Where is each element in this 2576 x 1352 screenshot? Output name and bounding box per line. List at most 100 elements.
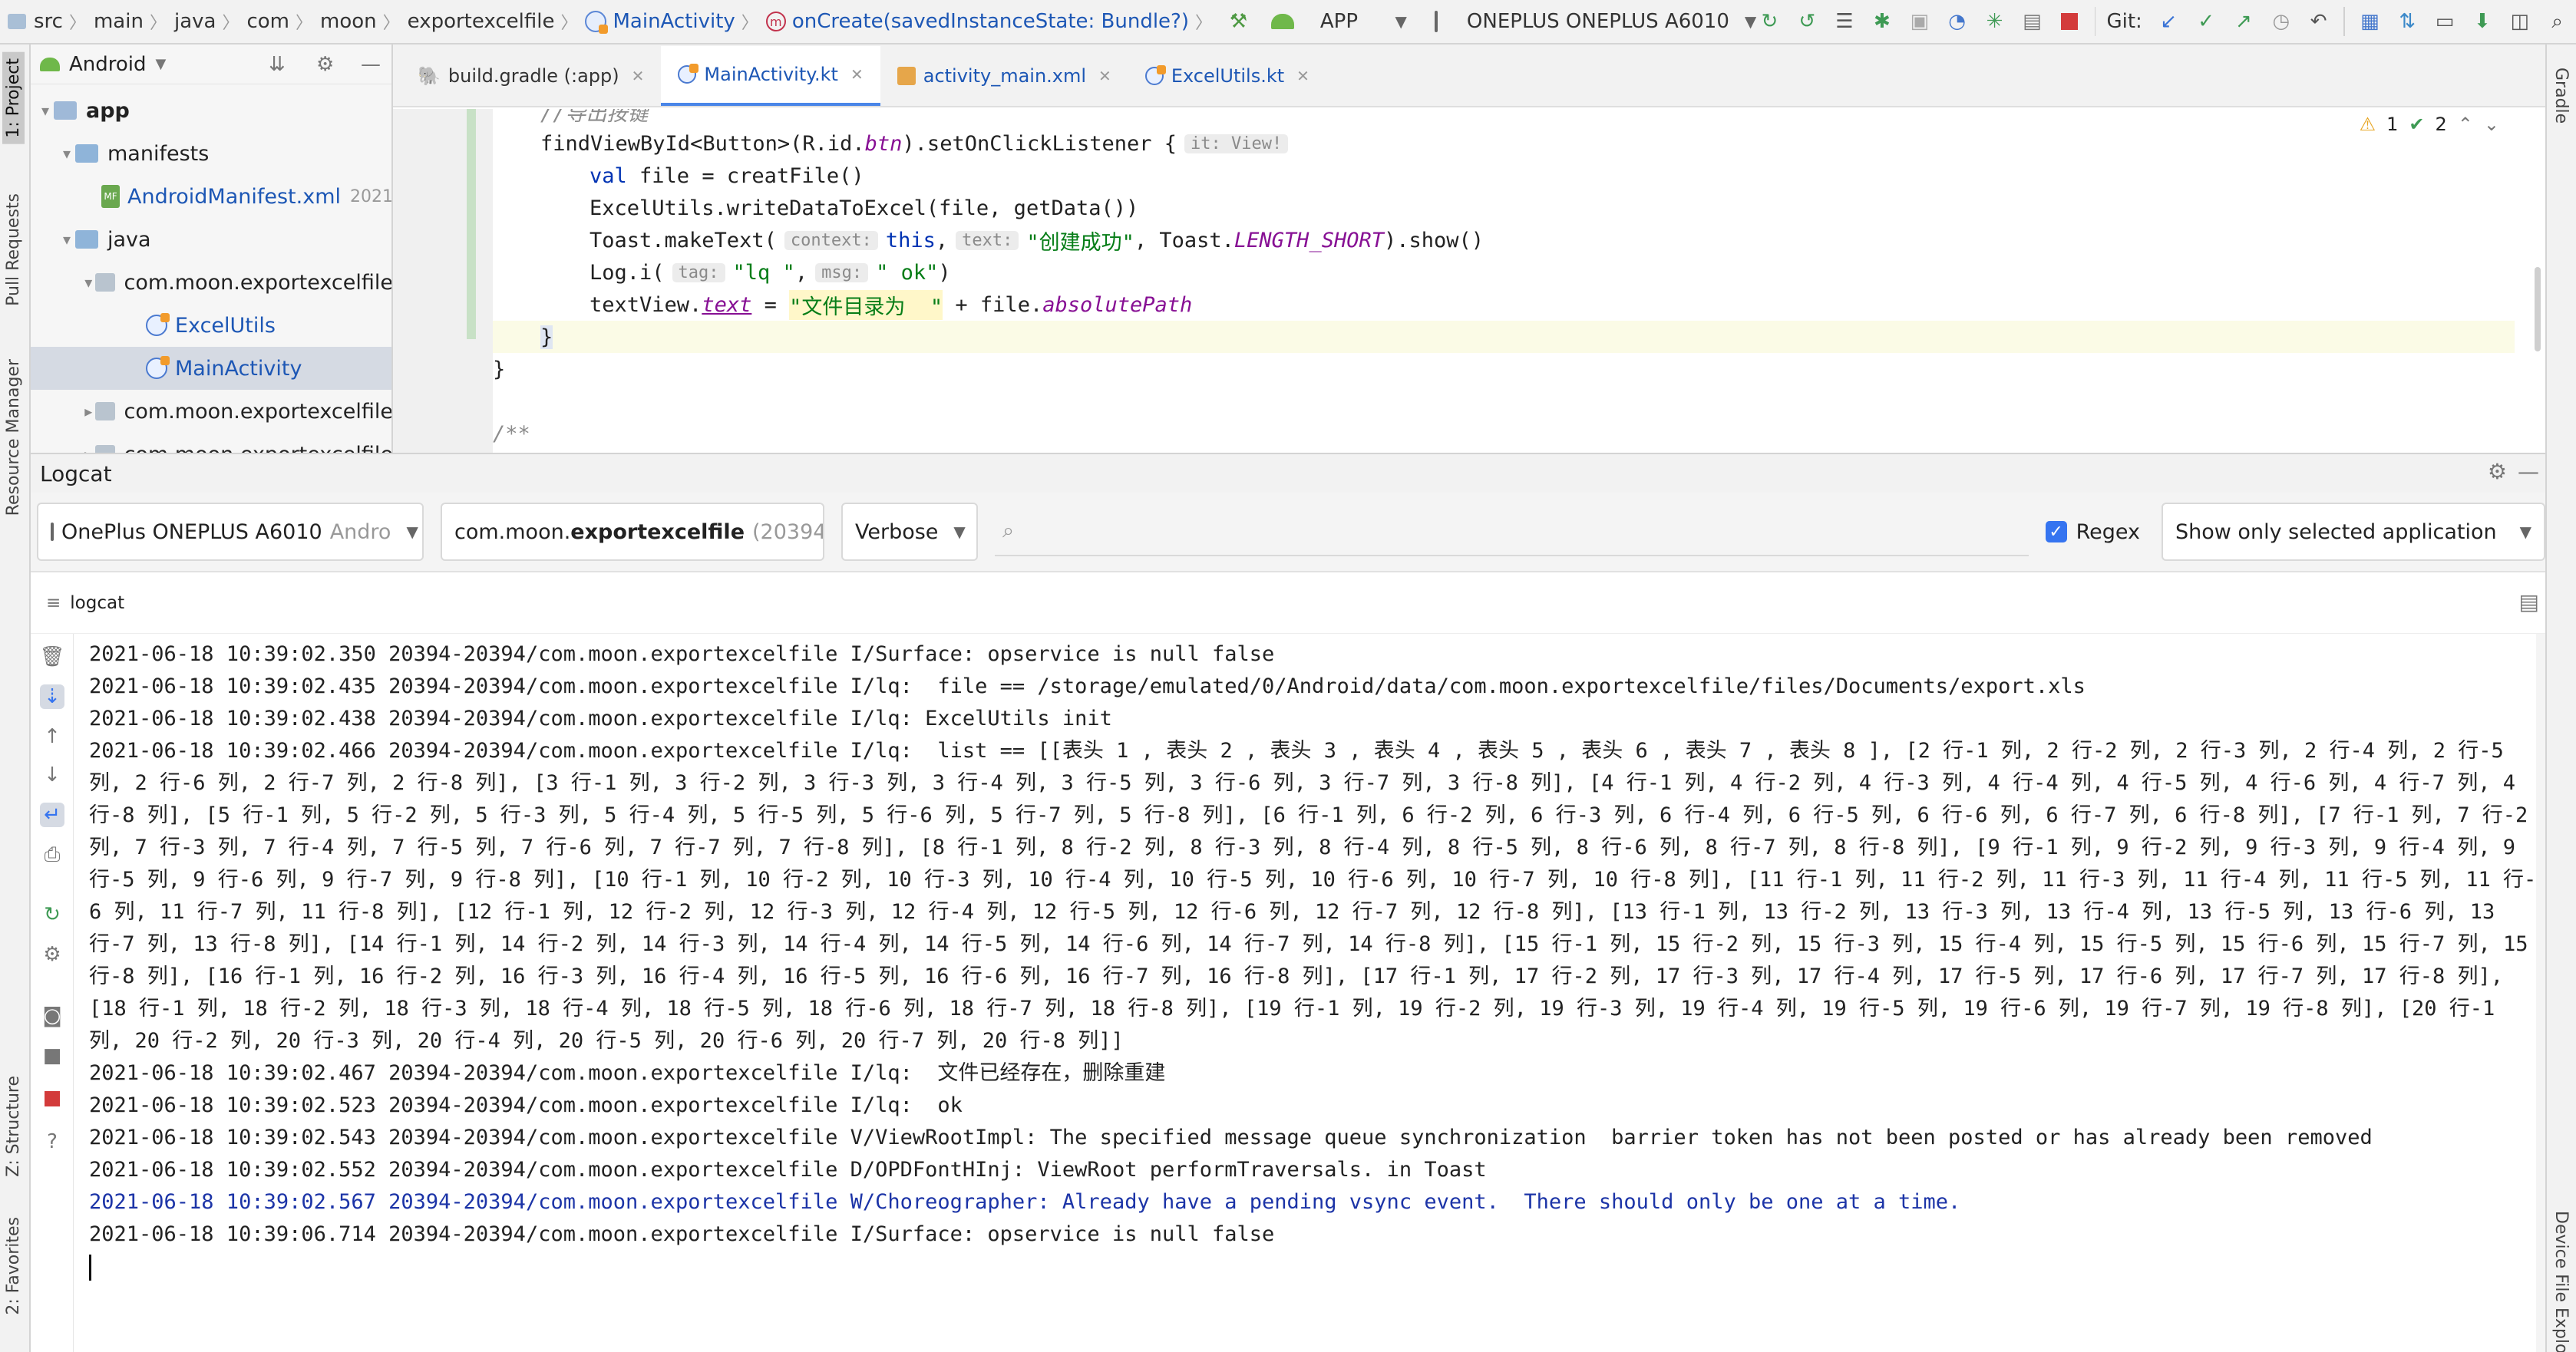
favorites-tool-tab[interactable]: 2: Favorites xyxy=(2,1211,25,1321)
line-gutter[interactable] xyxy=(393,109,493,453)
editor-scrollbar[interactable] xyxy=(2535,267,2541,351)
tree-item-package-test[interactable]: ▸ com.moon.exportexcelfile xyxy=(31,433,391,453)
gear-icon[interactable]: ⚙ xyxy=(40,942,64,967)
breadcrumb-package[interactable]: exportexcelfile xyxy=(408,10,555,33)
tab-mainactivity[interactable]: MainActivity.kt ✕ xyxy=(661,46,880,106)
tree-item-java[interactable]: ▾ java xyxy=(31,218,391,261)
breadcrumb-main[interactable]: main xyxy=(94,10,144,33)
search-icon[interactable]: ⌕ xyxy=(2545,8,2570,35)
breadcrumb-java[interactable]: java xyxy=(174,10,216,33)
git-commit-icon[interactable]: ✓ xyxy=(2194,8,2219,35)
rerun-icon[interactable]: ▤ xyxy=(2020,8,2045,35)
git-push-icon[interactable]: ↗ xyxy=(2231,8,2257,35)
logcat-search-input[interactable]: ⌕ xyxy=(995,507,2029,556)
minimize-icon[interactable]: — xyxy=(2518,459,2539,484)
resource-manager-tool-tab[interactable]: Resource Manager xyxy=(2,353,25,522)
filter-config-selector[interactable]: Show only selected application ▼ xyxy=(2162,503,2545,561)
device-dropdown[interactable]: ONEPLUS ONEPLUS A6010 ▼ xyxy=(1421,4,1756,39)
device-file-explorer-tool-tab[interactable]: Device File Explorer xyxy=(2551,1211,2571,1352)
structure-tool-tab[interactable]: Z: Structure xyxy=(2,1070,25,1183)
close-icon[interactable]: ✕ xyxy=(632,67,645,85)
log-level-selector[interactable]: Verbose ▼ xyxy=(841,503,978,561)
process-selector[interactable]: com.moon.exportexcelfile (20394 ▼ xyxy=(441,503,824,561)
avd-manager-icon[interactable]: ▭ xyxy=(2432,8,2458,35)
video-icon[interactable]: ■ xyxy=(40,1044,64,1068)
restart-icon[interactable]: ↻ xyxy=(40,902,64,927)
breadcrumb-label: java xyxy=(173,10,216,33)
project-view-selector[interactable]: Android xyxy=(69,53,147,76)
run-config-dropdown[interactable]: APP ▼ xyxy=(1257,4,1421,39)
arrow-up-icon[interactable]: ↑ xyxy=(40,724,64,749)
arrow-down-icon[interactable]: ↓ xyxy=(40,763,64,787)
git-update-icon[interactable]: ↙ xyxy=(2156,8,2181,35)
code-token: = xyxy=(751,292,790,317)
logcat-panel: Logcat ⚙ — OnePlus ONEPLUS A6010 Andro ▼… xyxy=(31,453,2545,1352)
device-selector-suffix: Andro xyxy=(329,519,391,544)
stop-icon[interactable] xyxy=(40,1087,64,1111)
camera-icon[interactable]: ◙ xyxy=(40,1004,64,1028)
profiler-icon[interactable]: ◔ xyxy=(1944,8,1970,35)
minimize-icon[interactable]: — xyxy=(361,53,381,76)
soft-wrap-icon[interactable]: ↵ xyxy=(40,803,64,827)
breadcrumb-label: com xyxy=(246,10,289,33)
pull-requests-tool-tab[interactable]: Pull Requests xyxy=(2,187,25,312)
log-line-warning: 2021-06-18 10:39:02.567 20394-20394/com.… xyxy=(89,1190,1961,1214)
tree-item-mainactivity[interactable]: MainActivity xyxy=(31,347,391,390)
gradle-tool-tab[interactable]: Gradle xyxy=(2551,68,2571,124)
chevron-down-icon: ▾ xyxy=(41,101,50,120)
tree-item-manifests[interactable]: ▾ manifests xyxy=(31,132,391,175)
layout-icon[interactable]: ▤ xyxy=(2519,589,2539,615)
layout-inspector-icon[interactable]: ◫ xyxy=(2507,8,2532,35)
logcat-filter-bar: OnePlus ONEPLUS A6010 Andro ▼ com.moon. e… xyxy=(31,493,2545,572)
tree-item-package-main[interactable]: ▾ com.moon.exportexcelfile xyxy=(31,261,391,304)
logcat-tab-label[interactable]: logcat xyxy=(70,593,124,613)
attach-debugger-icon[interactable]: ▣ xyxy=(1907,8,1932,35)
regex-checkbox[interactable]: ✓ Regex xyxy=(2045,520,2140,544)
git-history-icon[interactable]: ◷ xyxy=(2268,8,2294,35)
chevron-down-icon[interactable]: ▼ xyxy=(156,56,167,72)
close-icon[interactable]: ✕ xyxy=(850,65,864,84)
breadcrumb-class[interactable]: MainActivity xyxy=(585,10,735,34)
sdk-manager-icon[interactable]: ⬇ xyxy=(2470,8,2495,35)
tree-item-package-android-test[interactable]: ▸ com.moon.exportexcelfile xyxy=(31,390,391,433)
project-structure-icon[interactable]: ▦ xyxy=(2357,8,2383,35)
gear-icon[interactable]: ⚙ xyxy=(316,53,334,76)
project-tool-tab[interactable]: 1: Project xyxy=(2,52,25,144)
tab-activity-main-xml[interactable]: activity_main.xml ✕ xyxy=(880,46,1128,106)
tab-excelutils[interactable]: ExcelUtils.kt ✕ xyxy=(1128,46,1326,106)
device-selector[interactable]: OnePlus ONEPLUS A6010 Andro ▼ xyxy=(37,503,424,561)
log-line: 2021-06-18 10:39:06.714 20394-20394/com.… xyxy=(89,1222,1275,1246)
debug-icon[interactable]: ✱ xyxy=(1870,8,1895,35)
run-tests-icon[interactable]: ☰ xyxy=(1832,8,1858,35)
tree-item-android-manifest[interactable]: MF AndroidManifest.xml 2021 xyxy=(31,175,391,218)
chevron-down-icon: ▼ xyxy=(1744,12,1757,31)
breadcrumb-method[interactable]: m onCreate(savedInstanceState: Bundle?) xyxy=(765,10,1189,33)
breadcrumb-moon[interactable]: moon xyxy=(320,10,377,33)
trash-icon[interactable]: 🗑 xyxy=(40,645,65,669)
sync-gradle-icon[interactable]: ⇅ xyxy=(2395,8,2420,35)
code-text-area[interactable]: 21//导出按键 22findViewById<Button>(R.id.btn… xyxy=(493,109,2515,453)
close-icon[interactable]: ✕ xyxy=(1296,67,1309,85)
tree-item-excelutils[interactable]: ExcelUtils xyxy=(31,304,391,347)
gear-icon[interactable]: ⚙ xyxy=(2488,459,2507,484)
apply-changes-icon[interactable]: ↻ xyxy=(1757,8,1782,35)
print-icon[interactable]: ⎙ xyxy=(40,843,64,867)
collapse-all-icon[interactable]: ⇊ xyxy=(269,53,286,76)
help-icon[interactable]: ? xyxy=(40,1129,64,1154)
breadcrumb-com[interactable]: com xyxy=(246,10,289,33)
log-line: 2021-06-18 10:39:02.350 20394-20394/com.… xyxy=(89,642,1275,666)
apply-code-changes-icon[interactable]: ↺ xyxy=(1795,8,1820,35)
breadcrumb-label: src xyxy=(34,10,63,33)
scroll-to-end-icon[interactable]: ⇣ xyxy=(40,684,64,709)
method-icon: m xyxy=(765,12,786,31)
hammer-icon[interactable]: ⚒ xyxy=(1226,8,1251,35)
log-output[interactable]: 2021-06-18 10:39:02.350 20394-20394/com.… xyxy=(89,638,2538,1283)
log-scrollbar[interactable] xyxy=(2536,634,2545,1352)
attach-process-icon[interactable]: ✳ xyxy=(1982,8,2007,35)
git-rollback-icon[interactable]: ↶ xyxy=(2306,8,2331,35)
tab-build-gradle[interactable]: 🐘 build.gradle (:app) ✕ xyxy=(401,46,661,106)
close-icon[interactable]: ✕ xyxy=(1098,67,1111,85)
breadcrumb-src[interactable]: src xyxy=(34,10,63,33)
tree-item-app[interactable]: ▾ app xyxy=(31,89,391,132)
stop-icon[interactable] xyxy=(2057,8,2082,35)
